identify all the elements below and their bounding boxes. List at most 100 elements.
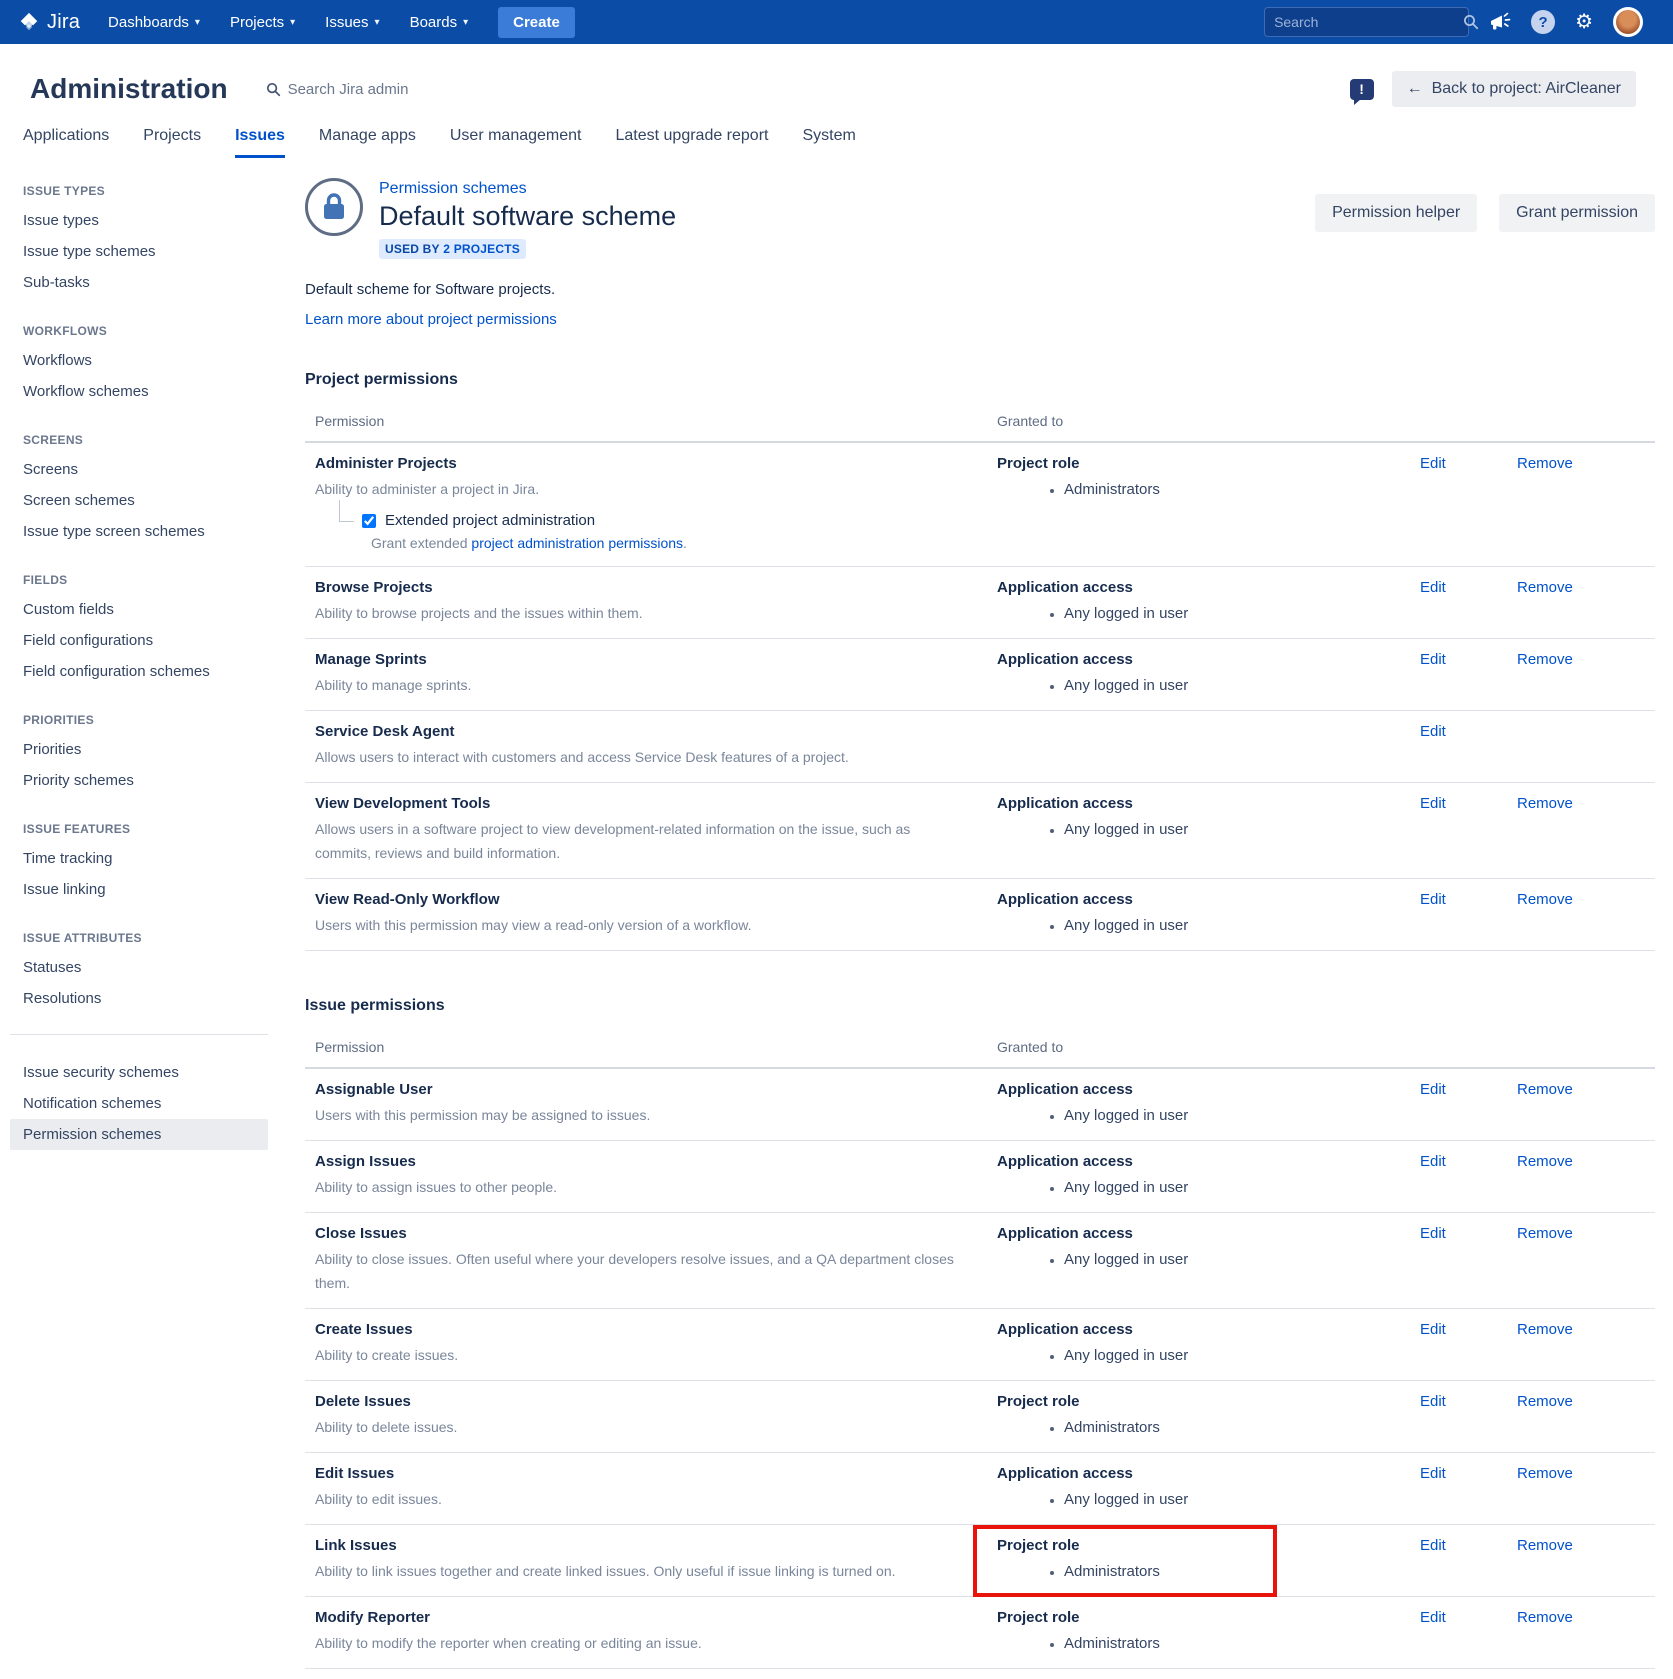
granted-type: Application access [997, 1080, 1420, 1100]
edit-link[interactable]: Edit [1420, 723, 1446, 740]
feedback-icon[interactable]: ! [1350, 79, 1374, 100]
remove-link[interactable]: Remove [1517, 1609, 1573, 1626]
tab-user-management[interactable]: User management [450, 127, 582, 158]
megaphone-icon[interactable] [1489, 12, 1511, 32]
remove-link[interactable]: Remove [1517, 651, 1573, 668]
sidebar-group: ISSUE TYPESIssue typesIssue type schemes… [10, 184, 268, 298]
remove-link[interactable]: Remove [1517, 455, 1573, 472]
sidebar-item-issue-linking[interactable]: Issue linking [10, 874, 268, 905]
sidebar-item-workflow-schemes[interactable]: Workflow schemes [10, 376, 268, 407]
learn-more-link[interactable]: Learn more about project permissions [305, 311, 557, 328]
sidebar-item-time-tracking[interactable]: Time tracking [10, 843, 268, 874]
tab-projects[interactable]: Projects [143, 127, 201, 158]
gear-icon[interactable]: ⚙ [1575, 12, 1593, 32]
nav-item-projects[interactable]: Projects▾ [230, 14, 295, 31]
nav-item-boards[interactable]: Boards▾ [410, 14, 469, 31]
jira-logo[interactable]: Jira [18, 11, 80, 34]
project-permissions-table: PermissionGranted toAdminister ProjectsA… [305, 407, 1655, 951]
nav-item-issues[interactable]: Issues▾ [325, 14, 379, 31]
remove-link[interactable]: Remove [1517, 1225, 1573, 1242]
sidebar-item-priority-schemes[interactable]: Priority schemes [10, 765, 268, 796]
granted-value: Administrators [1064, 1417, 1420, 1439]
help-icon[interactable]: ? [1531, 10, 1555, 34]
permission-description: Allows users to interact with customers … [315, 745, 965, 769]
sidebar-item-issue-type-schemes[interactable]: Issue type schemes [10, 236, 268, 267]
permission-name: Create Issues [315, 1320, 997, 1340]
sidebar-item-screens[interactable]: Screens [10, 454, 268, 485]
permission-row: Delete IssuesAbility to delete issues.Pr… [305, 1381, 1655, 1453]
sidebar-item-permission-schemes[interactable]: Permission schemes [10, 1119, 268, 1150]
sidebar-group: ISSUE FEATURESTime trackingIssue linking [10, 822, 268, 905]
tab-applications[interactable]: Applications [23, 127, 109, 158]
edit-link[interactable]: Edit [1420, 455, 1446, 472]
remove-link[interactable]: Remove [1517, 1465, 1573, 1482]
tab-system[interactable]: System [802, 127, 855, 158]
edit-link[interactable]: Edit [1420, 1321, 1446, 1338]
remove-link[interactable]: Remove [1517, 1081, 1573, 1098]
edit-link[interactable]: Edit [1420, 1609, 1446, 1626]
permission-cell: View Read-Only WorkflowUsers with this p… [305, 890, 997, 937]
remove-link[interactable]: Remove [1517, 1321, 1573, 1338]
sidebar-item-statuses[interactable]: Statuses [10, 952, 268, 983]
project-admin-permissions-link[interactable]: project administration permissions [471, 535, 683, 551]
granted-value: Any logged in user [1064, 915, 1420, 937]
nav-search-input[interactable] [1274, 14, 1455, 30]
sidebar-item-priorities[interactable]: Priorities [10, 734, 268, 765]
permission-cell: Modify ReporterAbility to modify the rep… [305, 1608, 997, 1655]
edit-link[interactable]: Edit [1420, 891, 1446, 908]
search-icon[interactable] [1463, 14, 1479, 30]
permission-row: Edit IssuesAbility to edit issues.Applic… [305, 1453, 1655, 1525]
edit-link[interactable]: Edit [1420, 1537, 1446, 1554]
sidebar-item-issue-security-schemes[interactable]: Issue security schemes [10, 1057, 268, 1088]
breadcrumb[interactable]: Permission schemes [379, 180, 527, 198]
top-navbar: Jira Dashboards▾Projects▾Issues▾Boards▾ … [0, 0, 1673, 44]
edit-link[interactable]: Edit [1420, 795, 1446, 812]
edit-link[interactable]: Edit [1420, 1393, 1446, 1410]
extended-admin-checkbox[interactable] [362, 514, 376, 528]
tab-latest-upgrade-report[interactable]: Latest upgrade report [615, 127, 768, 158]
grant-permission-button[interactable]: Grant permission [1499, 194, 1655, 232]
column-header-granted-to: Granted to [997, 413, 1420, 429]
sidebar-item-issue-type-screen-schemes[interactable]: Issue type screen schemes [10, 516, 268, 547]
admin-search-input[interactable] [288, 81, 488, 98]
nav-item-dashboards[interactable]: Dashboards▾ [108, 14, 200, 31]
granted-value: Any logged in user [1064, 1489, 1420, 1511]
table-header-row: PermissionGranted to [305, 407, 1655, 443]
remove-link[interactable]: Remove [1517, 579, 1573, 596]
back-button-label: Back to project: AirCleaner [1432, 80, 1621, 98]
permission-helper-button[interactable]: Permission helper [1315, 194, 1477, 232]
permission-name: Assign Issues [315, 1152, 997, 1172]
remove-link[interactable]: Remove [1517, 891, 1573, 908]
sidebar-item-field-configuration-schemes[interactable]: Field configuration schemes [10, 656, 268, 687]
edit-link[interactable]: Edit [1420, 651, 1446, 668]
sidebar-item-custom-fields[interactable]: Custom fields [10, 594, 268, 625]
edit-link[interactable]: Edit [1420, 1225, 1446, 1242]
tab-issues[interactable]: Issues [235, 127, 285, 158]
remove-link[interactable]: Remove [1517, 1537, 1573, 1554]
permission-description: Ability to close issues. Often useful wh… [315, 1247, 965, 1295]
sidebar-item-screen-schemes[interactable]: Screen schemes [10, 485, 268, 516]
sidebar-item-notification-schemes[interactable]: Notification schemes [10, 1088, 268, 1119]
sidebar-item-sub-tasks[interactable]: Sub-tasks [10, 267, 268, 298]
remove-link[interactable]: Remove [1517, 795, 1573, 812]
edit-link[interactable]: Edit [1420, 1081, 1446, 1098]
remove-link[interactable]: Remove [1517, 1153, 1573, 1170]
sidebar-item-field-configurations[interactable]: Field configurations [10, 625, 268, 656]
tab-manage-apps[interactable]: Manage apps [319, 127, 416, 158]
sidebar-item-resolutions[interactable]: Resolutions [10, 983, 268, 1014]
avatar[interactable] [1613, 7, 1643, 37]
granted-value: Any logged in user [1064, 1177, 1420, 1199]
edit-cell: Edit [1420, 1224, 1517, 1295]
remove-cell: Remove [1517, 1152, 1655, 1199]
edit-link[interactable]: Edit [1420, 1465, 1446, 1482]
remove-link[interactable]: Remove [1517, 1393, 1573, 1410]
granted-value: Any logged in user [1064, 1249, 1420, 1271]
admin-search[interactable] [266, 81, 488, 98]
sidebar-item-issue-types[interactable]: Issue types [10, 205, 268, 236]
create-button[interactable]: Create [498, 7, 575, 38]
edit-link[interactable]: Edit [1420, 579, 1446, 596]
back-to-project-button[interactable]: ← Back to project: AirCleaner [1392, 71, 1636, 107]
edit-link[interactable]: Edit [1420, 1153, 1446, 1170]
nav-search[interactable] [1264, 7, 1469, 37]
sidebar-item-workflows[interactable]: Workflows [10, 345, 268, 376]
